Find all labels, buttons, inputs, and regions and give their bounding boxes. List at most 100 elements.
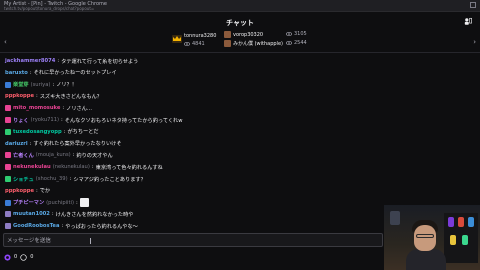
badge-icon[interactable] [5,164,11,171]
chat-message: nekunekulau (nekunekulau): 東京湾って色々釣れるんすね [5,162,163,172]
badge-icon[interactable] [5,152,11,159]
chat-username[interactable]: ショチュ [13,176,34,183]
leaderboard-name: tonnura3280 [184,33,217,39]
badge-icon[interactable] [5,81,11,88]
chat-message: ショチュ (shochu_39): シマアジ釣ったことあります？ [5,174,146,184]
chat-message: dariuzrl: すぐ釣れたら案外早かったなりいけそ [5,139,122,149]
chat-username-alt: (ryoku711) [30,117,60,123]
chat-text: タテ運れて行って糸を切らせよう [61,58,139,65]
channel-points-icon[interactable] [4,253,11,261]
chat-message: 亡者くん (mouja_kuns): 釣りの天才やん [5,150,113,160]
chat-message: GoodRoobosTea: やっぱおったら釣れるんやな〜 [5,221,138,231]
chat-header: チャット [0,12,480,32]
mouse-cursor-icon [90,238,91,244]
chat-separator: : [29,69,32,76]
chat-bottom-bar: 0 0 [4,252,33,262]
chat-separator: : [61,117,63,123]
chat-separator: : [69,176,72,182]
chat-username[interactable]: pppkoppe [5,93,34,99]
chat-username[interactable]: プチピーマン [13,199,44,206]
leaderboard-entry-1[interactable]: tonnura3280 4841 [172,33,216,47]
chat-message: pppkoppe: スズキ大きさどんなもん？ [5,91,102,101]
chat-username[interactable]: mito_momosuke [13,105,60,111]
chat-text: それに早かったねーのセットプレイ [33,70,117,77]
chat-message: muutan1002: けんきさんを然釣れなかった時や [5,209,133,219]
chat-username[interactable]: りょく [13,117,29,124]
chat-username[interactable]: pppkoppe [5,188,34,194]
emote-icon[interactable] [79,198,89,208]
chat-username[interactable]: 亡者くん [13,152,34,159]
crown-icon [172,35,182,43]
badge-icon[interactable] [5,128,11,135]
badge-icon[interactable] [5,199,11,206]
chat-text: けんきさんを然釣れなかった時や [55,211,134,218]
chat-username-alt: (suriya) [30,81,51,88]
chat-text: ノリさん… [66,105,93,112]
chat-username[interactable]: jackhammer8074 [5,58,55,64]
figure [458,217,464,227]
chat-separator: : [29,140,32,147]
chat-username-alt: (shochu_39) [35,176,68,182]
badge-icon[interactable] [5,223,11,230]
avatar [224,40,231,47]
leaderboard-entry-2[interactable]: vorop30320 みかん僕 (withapple) 3105 2544 [224,31,307,47]
chat-text: やっぱおったら釣れるんやな〜 [65,223,138,230]
eye-icon [286,32,292,36]
chat-text: がちちーとだ [67,129,99,136]
chat-separator: : [52,81,55,88]
chat-username[interactable]: GoodRoobosTea [13,223,59,229]
badge-icon[interactable] [5,117,11,123]
chat-message: プチピーマン (puchipiiti): [5,198,91,208]
users-icon[interactable] [464,17,472,26]
chat-separator: : [61,223,64,230]
chat-message: baruxto: それに早かったねーのセットプレイ [5,68,117,78]
chat-title: チャット [226,19,254,27]
chat-username[interactable]: dariuzrl [5,141,28,147]
chat-input[interactable] [7,236,367,245]
badge-icon[interactable] [5,176,11,182]
chat-message: pppkoppe: でか [5,186,50,196]
leaderboard-count: 3105 [294,31,307,37]
chat-separator: : [35,187,38,194]
eye-icon [184,42,190,46]
chat-text: でか [39,188,51,195]
webcam-overlay [384,205,480,270]
avatar [224,31,231,38]
streamer-body [406,249,446,270]
chat-text: すぐ釣れたら案外早かったなりいけそ [33,141,122,148]
badge-icon[interactable] [5,211,11,218]
points-count: 0 [14,254,18,260]
chat-username[interactable]: tuxedosangyopp [13,129,62,135]
chat-username[interactable]: baruxto [5,70,28,76]
chat-message: mito_momosuke: ノリさん… [5,103,92,113]
chat-username[interactable]: nekunekulau [13,164,51,170]
chat-username[interactable]: muutan1002 [13,211,50,217]
chat-text: ノリ？！ [56,82,77,89]
chat-text: スズキ大きさどんなもん？ [39,93,102,100]
chat-text: 東京湾って色々釣れるんすね [95,164,163,171]
figure [450,235,456,245]
chat-separator: : [35,93,38,100]
chat-username-alt: (puchipiiti) [46,199,75,206]
figure [468,217,474,227]
bits-icon[interactable] [20,253,27,261]
chat-separator: : [91,164,94,171]
leaderboard-count: 4841 [192,41,205,47]
leaderboard: ‹ tonnura3280 4841 vorop30320 みかん僕 (with… [0,30,480,52]
chat-separator: : [62,105,65,112]
chat-message: jackhammer8074: タテ運れて行って糸を切らせよう [5,56,138,66]
badge-icon[interactable] [5,105,11,112]
lamp [390,211,400,225]
chat-separator: : [57,58,60,64]
figure [448,217,454,227]
leaderboard-name: みかん僕 (withapple) [233,41,283,47]
chat-text: そんなクソおもろいネタ持ってたから釣ってくれw [64,117,183,124]
chat-input-box[interactable] [3,233,383,247]
url-text: twitch.tv/popout/tonura_drops/chat?popou… [4,6,95,11]
items-count: 0 [30,254,34,260]
chevron-right-icon[interactable]: › [473,38,476,46]
chevron-left-icon[interactable]: ‹ [4,38,7,46]
chat-text: シマアジ釣ったことあります？ [73,176,146,183]
chat-separator: : [72,152,75,159]
chat-username[interactable]: 楽堂芽 [13,81,29,88]
